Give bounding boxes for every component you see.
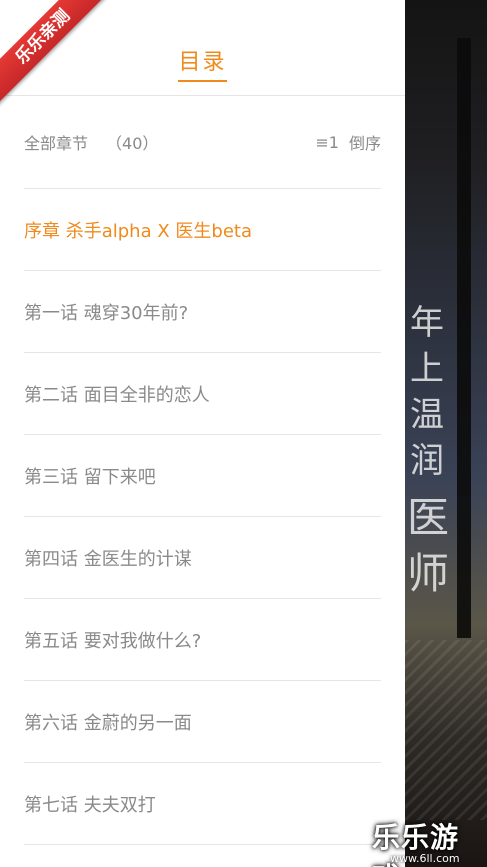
chapter-item-2[interactable]: 第二话 面目全非的恋人 (24, 353, 381, 435)
chapter-item-4[interactable]: 第四话 金医生的计谋 (24, 517, 381, 599)
chapter-label: 第七话 夫夫双打 (24, 794, 156, 816)
sort-toggle-button[interactable]: ≡1 倒序 (315, 130, 381, 154)
cover-dark-bar (457, 38, 471, 638)
header-divider (0, 95, 405, 96)
chapter-item-3[interactable]: 第三话 留下来吧 (24, 435, 381, 517)
chapter-label: 第六话 金蔚的另一面 (24, 712, 192, 734)
chapter-summary: 全部章节 （40） (24, 130, 158, 154)
chapter-label: 第三话 留下来吧 (24, 466, 156, 488)
chapter-item-prologue[interactable]: 序章 杀手alpha X 医生beta (24, 189, 381, 271)
chapter-item-5[interactable]: 第五话 要对我做什么? (24, 599, 381, 681)
chapter-toolbar: 全部章节 （40） ≡1 倒序 (24, 128, 381, 156)
chapter-label: 第四话 金医生的计谋 (24, 548, 192, 570)
cover-vertical-text-top: 年上温润 (410, 303, 444, 481)
drawer-header: 目录 (0, 44, 405, 82)
chapter-item-7[interactable]: 第七话 夫夫双打 (24, 763, 381, 845)
chapter-count: （40） (106, 134, 159, 153)
catalog-drawer: 目录 全部章节 （40） ≡1 倒序 序章 杀手alpha X 医生beta 第一… (0, 0, 405, 867)
screen: 年上温润 医师 目录 全部章节 （40） ≡1 倒序 序章 杀手alpha X 医… (0, 0, 487, 867)
comic-cover-background[interactable]: 年上温润 医师 (405, 0, 487, 867)
cover-sketch-art (405, 640, 487, 820)
all-chapters-label: 全部章节 (24, 134, 89, 153)
chapter-label: 第五话 要对我做什么? (24, 630, 202, 652)
chapter-label: 第二话 面目全非的恋人 (24, 384, 210, 406)
chapter-label: 第一话 魂穿30年前? (24, 302, 189, 324)
sort-order-icon: ≡1 (315, 132, 339, 152)
chapter-label: 序章 杀手alpha X 医生beta (24, 220, 252, 242)
watermark-url: www.6ll.com (390, 852, 460, 865)
sort-label: 倒序 (348, 134, 381, 153)
chapter-list: 序章 杀手alpha X 医生beta 第一话 魂穿30年前? 第二话 面目全非… (24, 189, 381, 845)
chapter-item-1[interactable]: 第一话 魂穿30年前? (24, 271, 381, 353)
catalog-title: 目录 (178, 44, 227, 82)
chapter-item-6[interactable]: 第六话 金蔚的另一面 (24, 681, 381, 763)
cover-vertical-text-bottom: 医师 (407, 493, 450, 598)
